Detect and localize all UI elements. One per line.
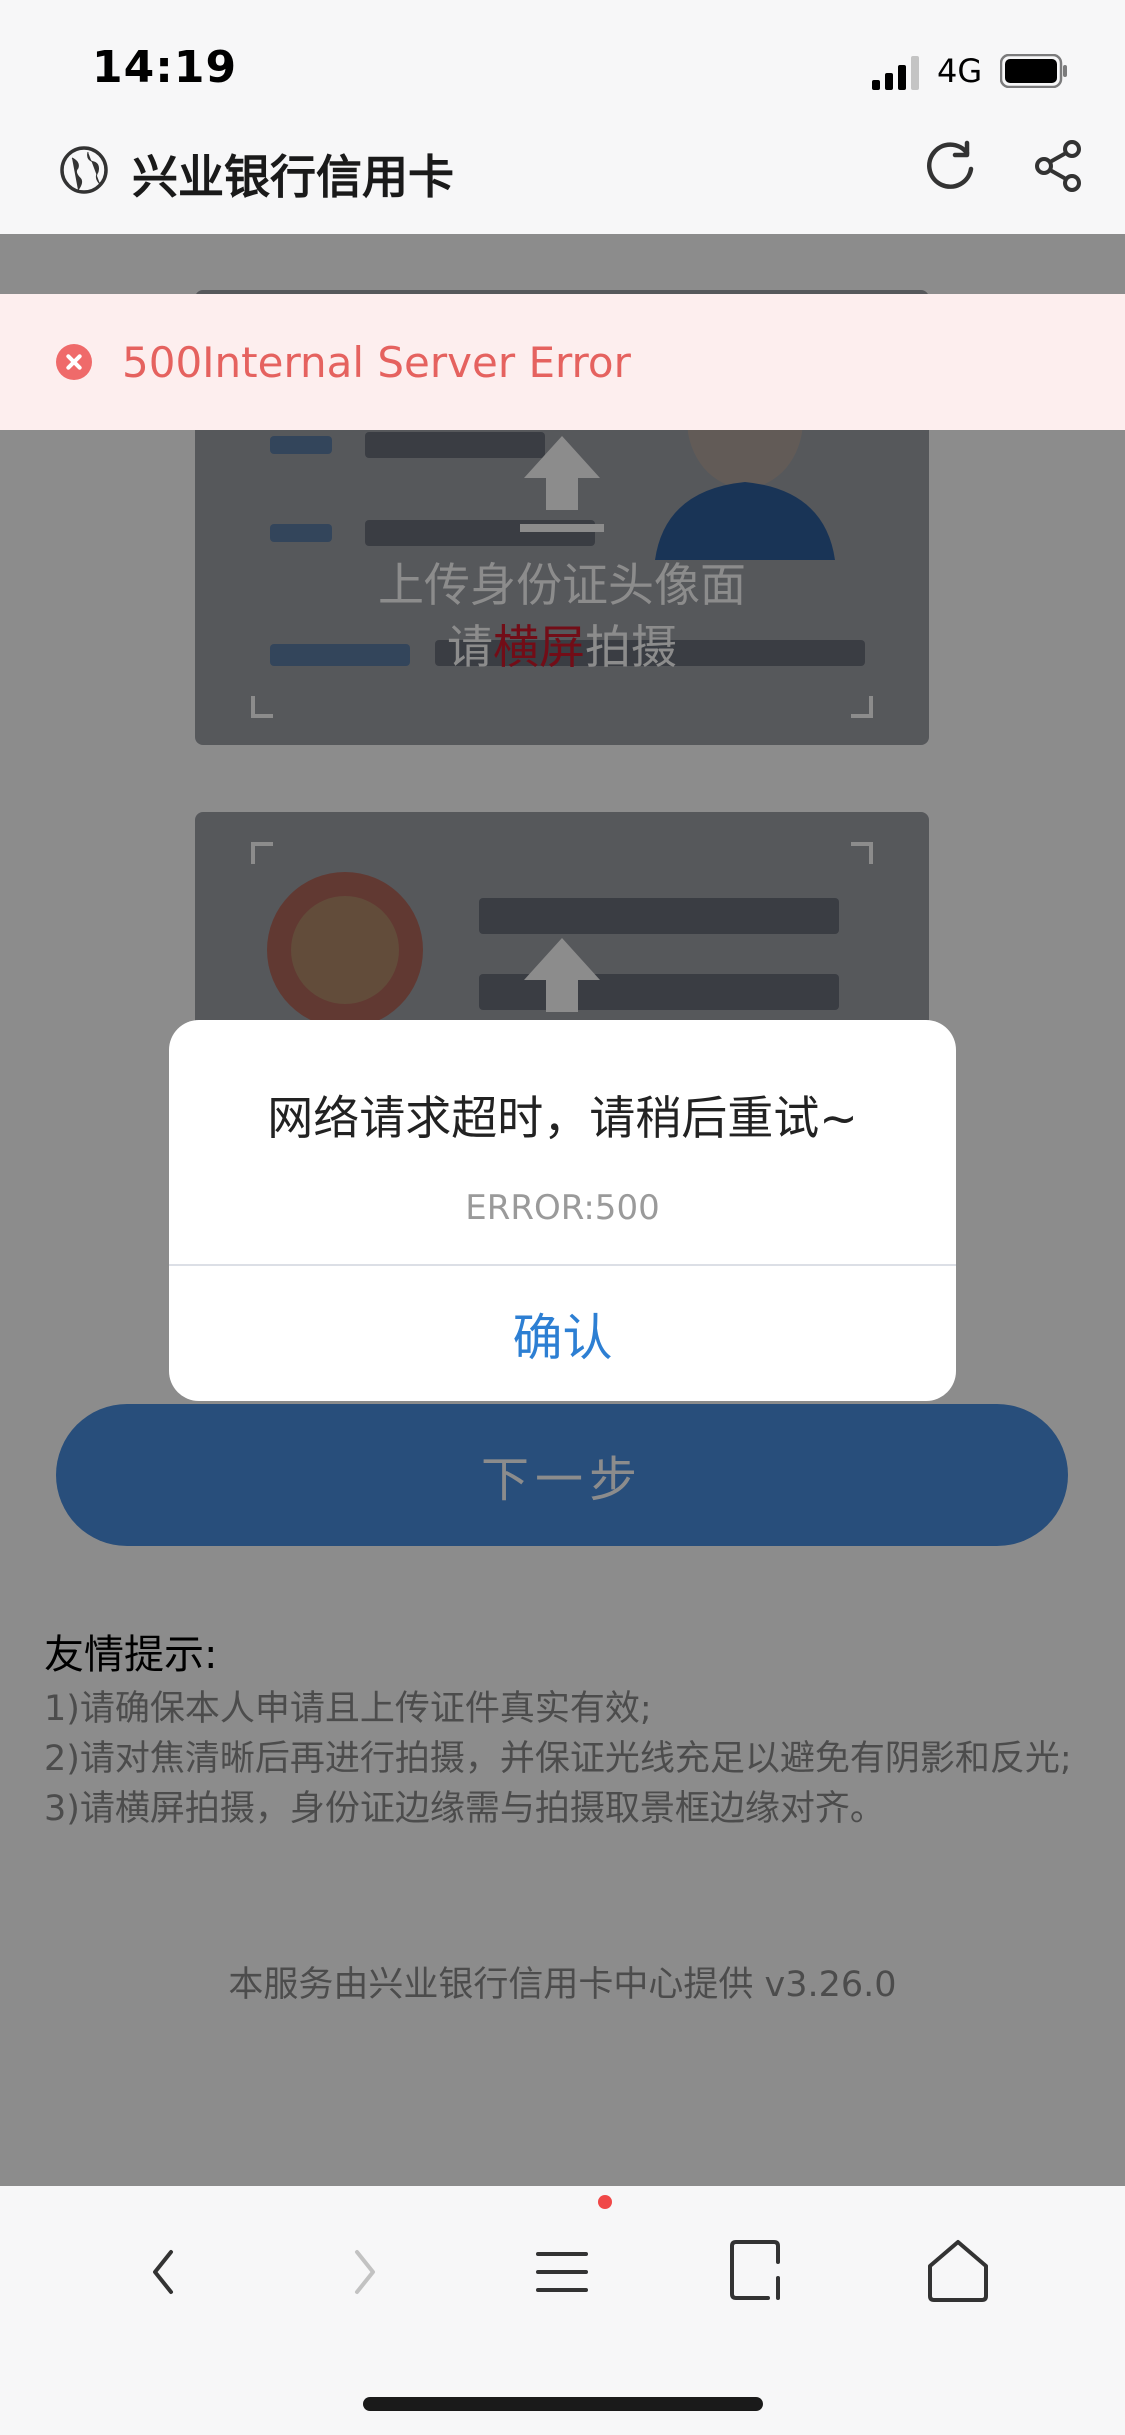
tabs-icon[interactable] [720, 2232, 800, 2312]
browser-nav-bar: 兴业银行信用卡 [0, 124, 1125, 234]
globe-icon [60, 146, 108, 194]
status-bar: 14:19 4G [0, 0, 1125, 124]
status-time: 14:19 [92, 42, 238, 93]
signal-icon [872, 56, 919, 90]
refresh-icon[interactable] [921, 137, 979, 195]
home-icon[interactable] [918, 2232, 998, 2312]
back-icon[interactable] [125, 2232, 205, 2312]
network-label: 4G [937, 52, 983, 90]
forward-icon[interactable] [323, 2232, 403, 2312]
dialog-title: 网络请求超时，请稍后重试~ [267, 1091, 858, 1145]
battery-icon [1000, 54, 1067, 88]
error-message: 500Internal Server Error [122, 338, 631, 387]
share-icon[interactable] [1030, 137, 1088, 195]
home-indicator[interactable] [363, 2397, 763, 2411]
error-circle-icon [56, 344, 92, 380]
page-title: 兴业银行信用卡 [132, 150, 454, 204]
menu-notification-badge [598, 2195, 612, 2209]
confirm-button[interactable]: 确认 [169, 1266, 956, 1401]
menu-icon[interactable] [522, 2232, 602, 2312]
dialog-error-code: ERROR:500 [465, 1188, 660, 1228]
timeout-dialog: 网络请求超时，请稍后重试~ ERROR:500 确认 [169, 1020, 956, 1401]
error-toast: 500Internal Server Error [0, 294, 1125, 430]
